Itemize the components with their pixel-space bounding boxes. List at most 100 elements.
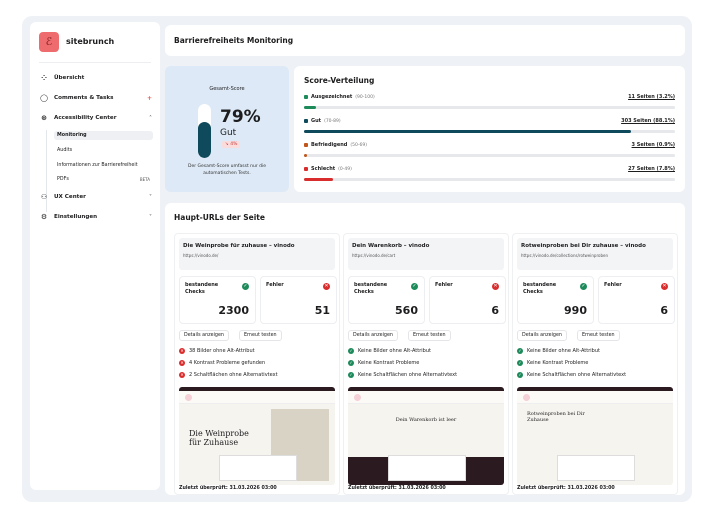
grid-icon: ⁘ [41,74,47,82]
stat-label: bestandene Checks [185,282,219,295]
stat-label: bestandene Checks [354,282,388,295]
row-bar [304,130,631,133]
check-item: ✓ Keine Kontrast Probleme [517,360,588,366]
check-icon: ✓ [348,348,354,354]
last-checked: Zuletzt überprüft: 31.03.2026 03:00 [348,486,446,491]
check-item: ✕ 2 Schaltflächen ohne Alternativtext [179,372,278,378]
beta-badge: BETA [139,177,150,182]
score-grade: Gut [220,128,237,138]
check-icon: ✓ [242,283,249,290]
row-count-link[interactable]: 27 Seiten (7.8%) [628,166,675,172]
check-text: 4 Kontrast Probleme gefunden [189,360,266,366]
error-count: 6 [660,304,668,317]
sidebar-subitem-pdfs[interactable]: PDFs BETA [54,175,153,184]
details-button[interactable]: Details anzeigen [179,330,229,341]
sidebar-item-einstellungen[interactable]: ⚙ Einstellungen ˅ [40,213,152,221]
row-track [304,178,675,181]
check-icon: ✓ [580,283,587,290]
score-note: Der Gesamt-Score umfasst nur die automat… [188,164,266,176]
sidebar-item-uebersicht[interactable]: ⁘ Übersicht [40,74,152,82]
passed-checks-stat: bestandene Checks ✓ 2300 [179,276,256,324]
retest-button[interactable]: Erneut testen [239,330,282,341]
page-screenshot[interactable]: Die Weinprobe für Zuhause [179,387,335,485]
users-icon: ⚇ [40,193,48,201]
sidebar-item-ux-center[interactable]: ⚇ UX Center ˅ [40,193,152,201]
row-count-link[interactable]: 303 Seiten (88.1%) [621,118,675,124]
stat-label: Fehler [604,282,622,288]
url-link[interactable]: https://vinodo.de/collections/rotweinpro… [521,253,669,258]
check-text: Keine Kontrast Probleme [527,360,589,366]
score-distribution-card: Score-Verteilung Ausgezeichnet (90-100) 1… [294,66,685,192]
brand-logo-icon: ℰ [39,32,59,52]
plus-icon: + [146,94,152,102]
url-header[interactable]: Rotweinproben bei Dir zuhause – vinodo ht… [517,238,673,270]
check-text: Keine Bilder ohne Alt-Attribut [358,348,431,354]
divider [39,62,151,63]
score-label: Gesamt-Score [209,86,245,92]
url-card: Rotweinproben bei Dir zuhause – vinodo ht… [512,233,678,495]
url-card: Dein Warenkorb – vinodo https://vinodo.de… [343,233,509,495]
url-link[interactable]: https://vinodo.de/cart [352,253,500,258]
row-bar [304,106,316,109]
label: Einstellungen [54,214,98,220]
distribution-row: Gut (70-89) 303 Seiten (88.1%) [304,118,675,133]
url-card: Die Weinprobe für zuhause – vinodo https:… [174,233,340,495]
error-icon: ✕ [323,283,330,290]
sidebar-item-accessibility[interactable]: ⊛ Accessibility Center ˄ [40,114,152,122]
details-button[interactable]: Details anzeigen [348,330,398,341]
check-item: ✓ Keine Bilder ohne Alt-Attribut [348,348,431,354]
accessibility-icon: ⊛ [41,114,47,122]
row-bar [304,178,333,181]
row-track [304,130,675,133]
label: Übersicht [54,75,85,81]
header-card: Barrierefreiheits Monitoring [165,25,685,56]
distribution-row: Befriedigend (50-69) 3 Seiten (0.9%) [304,142,675,157]
url-link[interactable]: https://vinodo.de/ [183,253,331,258]
label: Comments & Tasks [54,95,114,101]
passed-count: 560 [395,304,418,317]
legend-dot [304,118,308,123]
error-icon: ✕ [492,283,499,290]
retest-button[interactable]: Erneut testen [577,330,620,341]
error-icon: ✕ [179,372,185,378]
chevron-up-icon: ˄ [149,114,152,122]
screenshot-heading: Die Weinprobe für Zuhause [189,429,249,447]
page-screenshot[interactable]: Dein Warenkorb ist leer [348,387,504,485]
check-item: ✕ 38 Bilder ohne Alt-Attribut [179,348,255,354]
check-icon: ✓ [517,348,523,354]
legend-dot [304,94,308,99]
legend-dot [304,166,308,171]
sidebar-subitem-monitoring[interactable]: Monitoring [54,131,153,140]
distribution-row: Schlecht (0-49) 27 Seiten (7.8%) [304,166,675,181]
trend-badge: ↘ 4% [222,141,241,148]
sidebar-subitem-audits[interactable]: Audits [54,146,153,155]
stat-label: bestandene Checks [523,282,557,295]
retest-button[interactable]: Erneut testen [408,330,451,341]
score-value: 79% [220,107,261,127]
row-range: (50-69) [350,143,367,148]
row-range: (0-49) [338,167,352,172]
sidebar-item-comments[interactable]: ◯ Comments & Tasks + [40,94,152,102]
errors-stat: Fehler ✕ 51 [260,276,337,324]
row-range: (90-100) [355,95,375,100]
check-item: ✓ Keine Bilder ohne Alt-Attribut [517,348,600,354]
row-count-link[interactable]: 3 Seiten (0.9%) [632,142,675,148]
page-screenshot[interactable]: Rotweinproben bei Dir Zuhause [517,387,673,485]
urls-title: Haupt-URLs der Seite [174,213,265,222]
url-header[interactable]: Die Weinprobe für zuhause – vinodo https:… [179,238,335,270]
passed-checks-stat: bestandene Checks ✓ 990 [517,276,594,324]
error-icon: ✕ [179,348,185,354]
url-header[interactable]: Dein Warenkorb – vinodo https://vinodo.de… [348,238,504,270]
sidebar-subitem-info[interactable]: Informationen zur Barrierefreiheit [54,161,153,170]
stat-label: Fehler [266,282,284,288]
check-icon: ✓ [348,372,354,378]
row-count-link[interactable]: 11 Seiten (3.2%) [628,94,675,100]
stat-label: Fehler [435,282,453,288]
error-icon: ✕ [179,360,185,366]
overall-score-card: Gesamt-Score 79% Gut ↘ 4% Der Gesamt-Sco… [165,66,289,192]
details-button[interactable]: Details anzeigen [517,330,567,341]
row-bar [304,154,308,157]
row-track [304,106,675,109]
check-icon: ✓ [517,372,523,378]
url-title: Rotweinproben bei Dir zuhause – vinodo [521,243,646,249]
